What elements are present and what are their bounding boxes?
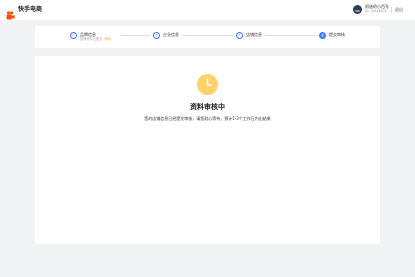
app-name: 快手电商 bbox=[18, 6, 43, 13]
review-status-card: 资料审核中 您的店铺信息已经提交审核，请您耐心等待，预计1-3个工作日内出结果 bbox=[35, 56, 380, 244]
review-title: 资料审核中 bbox=[190, 103, 225, 111]
modify-link[interactable]: 修改 bbox=[104, 37, 110, 41]
step-company-info[interactable]: ✓ 企业信息 bbox=[153, 32, 179, 39]
check-icon: ✓ bbox=[236, 32, 243, 39]
step-brand-info[interactable]: ✓ 品牌信息 品牌资料已提交 修改 bbox=[70, 32, 111, 42]
step-submit-review: 4 提交审核 bbox=[319, 32, 345, 39]
kuaishou-logo-icon bbox=[6, 5, 15, 20]
clock-icon bbox=[197, 74, 218, 95]
avatar[interactable] bbox=[353, 4, 362, 14]
step-label: 提交审核 bbox=[329, 32, 345, 37]
step-status-text: 品牌资料已提交 bbox=[80, 37, 103, 41]
progress-steps: ✓ 品牌信息 品牌资料已提交 修改 ✓ 企业信息 ✓ 店铺信息 4 提交审核 bbox=[35, 26, 380, 48]
review-description: 您的店铺信息已经提交审核，请您耐心等待，预计1-3个工作日内出结果 bbox=[144, 116, 271, 121]
account-menu[interactable]: 阿选的小百号 ID: 20918432 bbox=[353, 4, 389, 14]
step-label: 店铺信息 bbox=[246, 32, 262, 37]
step-connector bbox=[265, 35, 317, 36]
brand-logo[interactable]: 快手电商 bbox=[6, 5, 43, 20]
top-bar: 快手电商 阿选的小百号 ID: 20918432 退出 bbox=[0, 0, 415, 20]
step-label: 企业信息 bbox=[163, 32, 179, 37]
logout-button[interactable]: 退出 bbox=[395, 7, 403, 13]
account-id: ID: 20918432 bbox=[365, 9, 387, 13]
step-connector bbox=[121, 35, 150, 36]
step-store-info[interactable]: ✓ 店铺信息 bbox=[236, 32, 262, 39]
check-icon: ✓ bbox=[70, 32, 77, 39]
header-divider bbox=[391, 7, 392, 13]
step-number: 4 bbox=[319, 32, 326, 39]
step-sub: 品牌资料已提交 修改 bbox=[80, 37, 111, 42]
check-icon: ✓ bbox=[153, 32, 160, 39]
step-connector bbox=[182, 35, 233, 36]
